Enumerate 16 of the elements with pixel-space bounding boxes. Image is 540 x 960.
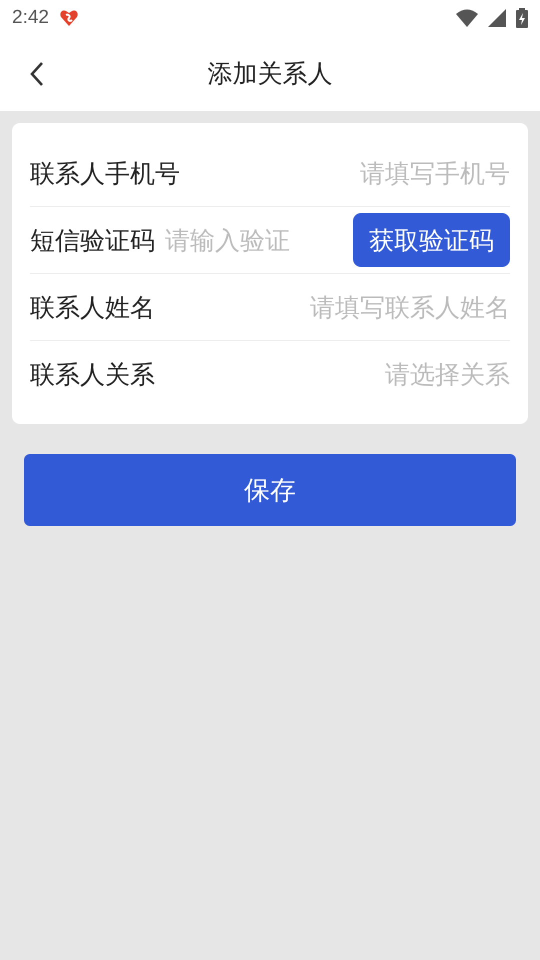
input-field[interactable]: 请填写手机号 xyxy=(190,158,510,188)
code-field[interactable]: 请输入验证 xyxy=(165,226,317,254)
field-label: 联系人关系 xyxy=(30,358,155,390)
battery-icon xyxy=(516,8,528,28)
signal-icon xyxy=(488,9,506,27)
notification-icon xyxy=(58,9,79,27)
input-field[interactable]: 请填写联系人姓名 xyxy=(165,292,510,322)
field-label: 联系人手机号 xyxy=(30,158,180,190)
wifi-icon xyxy=(456,9,478,27)
page-title: 添加关系人 xyxy=(208,58,332,90)
get-code-button[interactable]: 获取验证码 xyxy=(353,213,510,267)
select-field[interactable]: 请选择关系 xyxy=(165,360,510,388)
save-button[interactable]: 保存 xyxy=(24,454,516,526)
field-label: 联系人姓名 xyxy=(30,292,155,324)
status-time: 2:42 xyxy=(12,7,49,29)
field-label: 短信验证码 xyxy=(30,224,155,256)
